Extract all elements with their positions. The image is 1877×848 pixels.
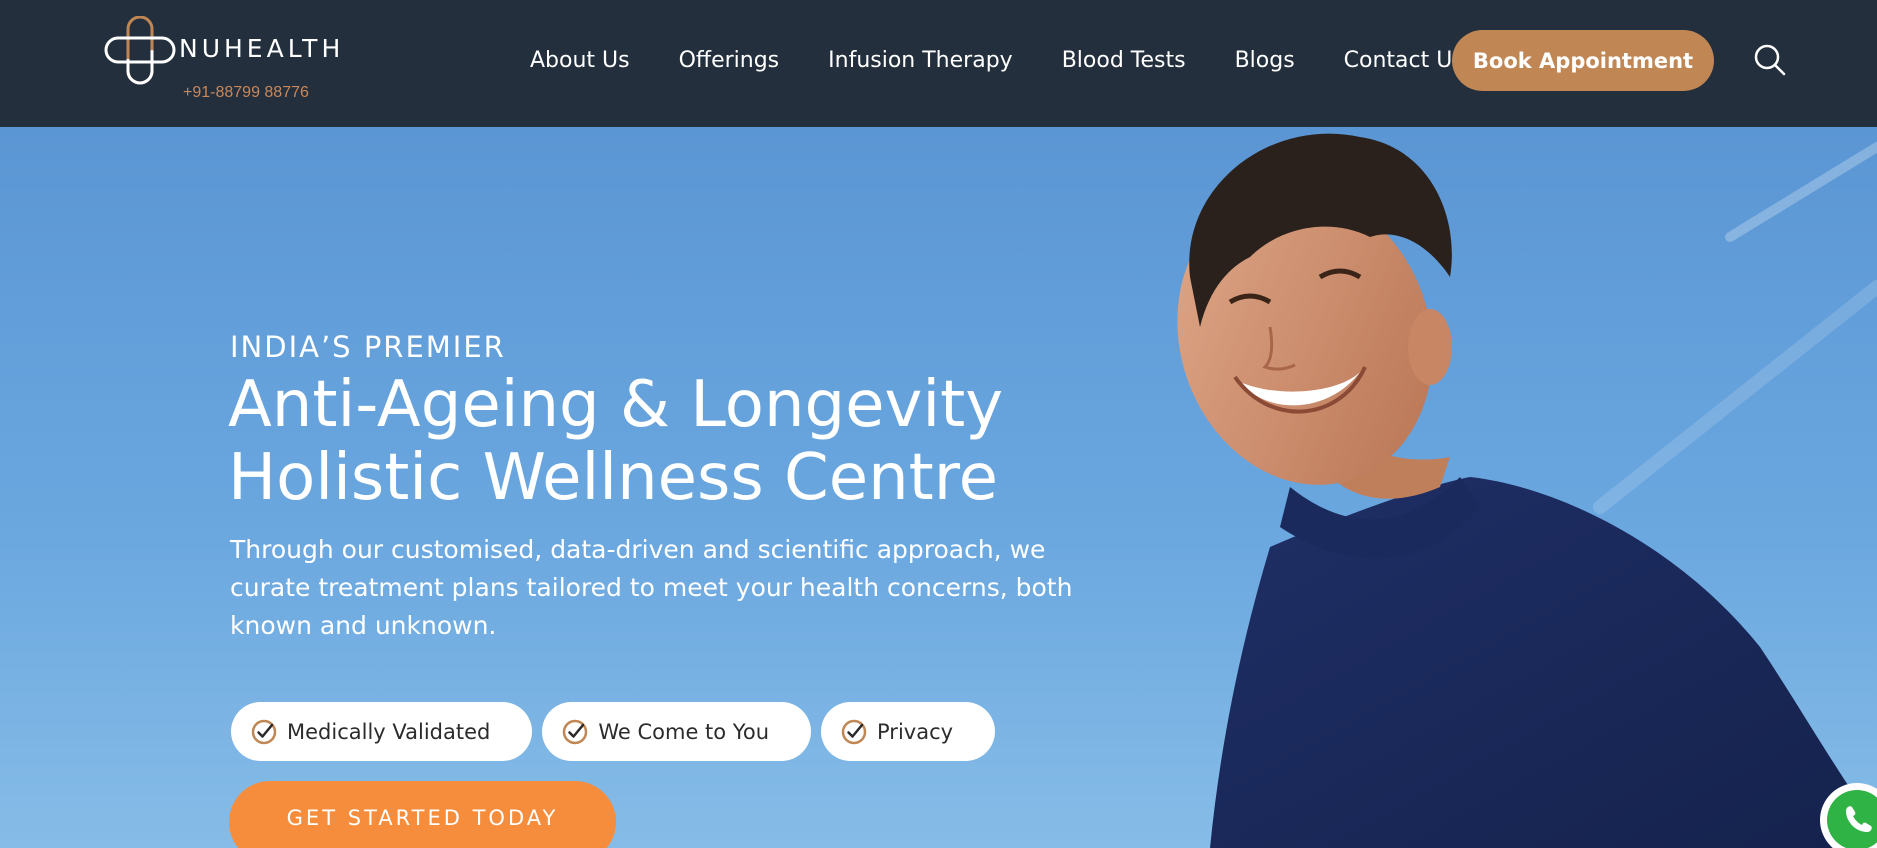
main-nav: About Us Offerings Infusion Therapy Bloo…: [530, 40, 1513, 81]
hero-portrait-image: [1177, 133, 1877, 848]
nav-item-infusion-therapy[interactable]: Infusion Therapy: [828, 40, 1013, 81]
nav-item-blood-tests[interactable]: Blood Tests: [1062, 40, 1186, 81]
feature-badge-label: Privacy: [877, 719, 954, 744]
hero-description: Through our customised, data-driven and …: [230, 535, 1073, 640]
feature-badge-label: Medically Validated: [287, 719, 491, 744]
search-icon[interactable]: [1754, 44, 1786, 76]
hero-eyebrow: INDIA’S PREMIER: [230, 330, 506, 364]
feature-badge-we-come-to-you: We Come to You: [542, 702, 812, 761]
brand-logo[interactable]: NUHEALTH +91-88799 88776: [104, 16, 344, 106]
hero-headline-line-1: Anti-Ageing & Longevity: [228, 368, 1004, 442]
get-started-button[interactable]: GET STARTED TODAY: [229, 781, 616, 848]
check-circle-icon: [251, 719, 277, 744]
nav-item-blogs[interactable]: Blogs: [1235, 40, 1295, 81]
hero-headline-line-2: Holistic Wellness Centre: [228, 441, 999, 515]
brand-name: NUHEALTH: [179, 34, 345, 63]
feature-badge-medically-validated: Medically Validated: [231, 702, 533, 761]
book-appointment-button[interactable]: Book Appointment: [1452, 30, 1714, 91]
check-circle-icon: [563, 719, 588, 744]
cross-logo-icon: [104, 16, 176, 85]
feature-badge-privacy: Privacy: [821, 702, 996, 761]
brand-phone[interactable]: +91-88799 88776: [183, 84, 309, 102]
hero-headline: Anti-Ageing & Longevity Holistic Wellnes…: [228, 369, 1003, 515]
feature-badges: Medically Validated We Come to You Priva…: [231, 702, 996, 761]
check-circle-icon: [841, 719, 867, 744]
feature-badge-label: We Come to You: [598, 719, 770, 744]
nav-item-about-us[interactable]: About Us: [530, 40, 630, 81]
hero-section: INDIA’S PREMIER Anti-Ageing & Longevity …: [0, 127, 1877, 848]
nav-item-offerings[interactable]: Offerings: [679, 40, 780, 81]
site-header: NUHEALTH +91-88799 88776 About Us Offeri…: [0, 0, 1877, 127]
nav-item-contact-us[interactable]: Contact Us: [1344, 40, 1464, 81]
whatsapp-icon[interactable]: [1818, 781, 1877, 848]
